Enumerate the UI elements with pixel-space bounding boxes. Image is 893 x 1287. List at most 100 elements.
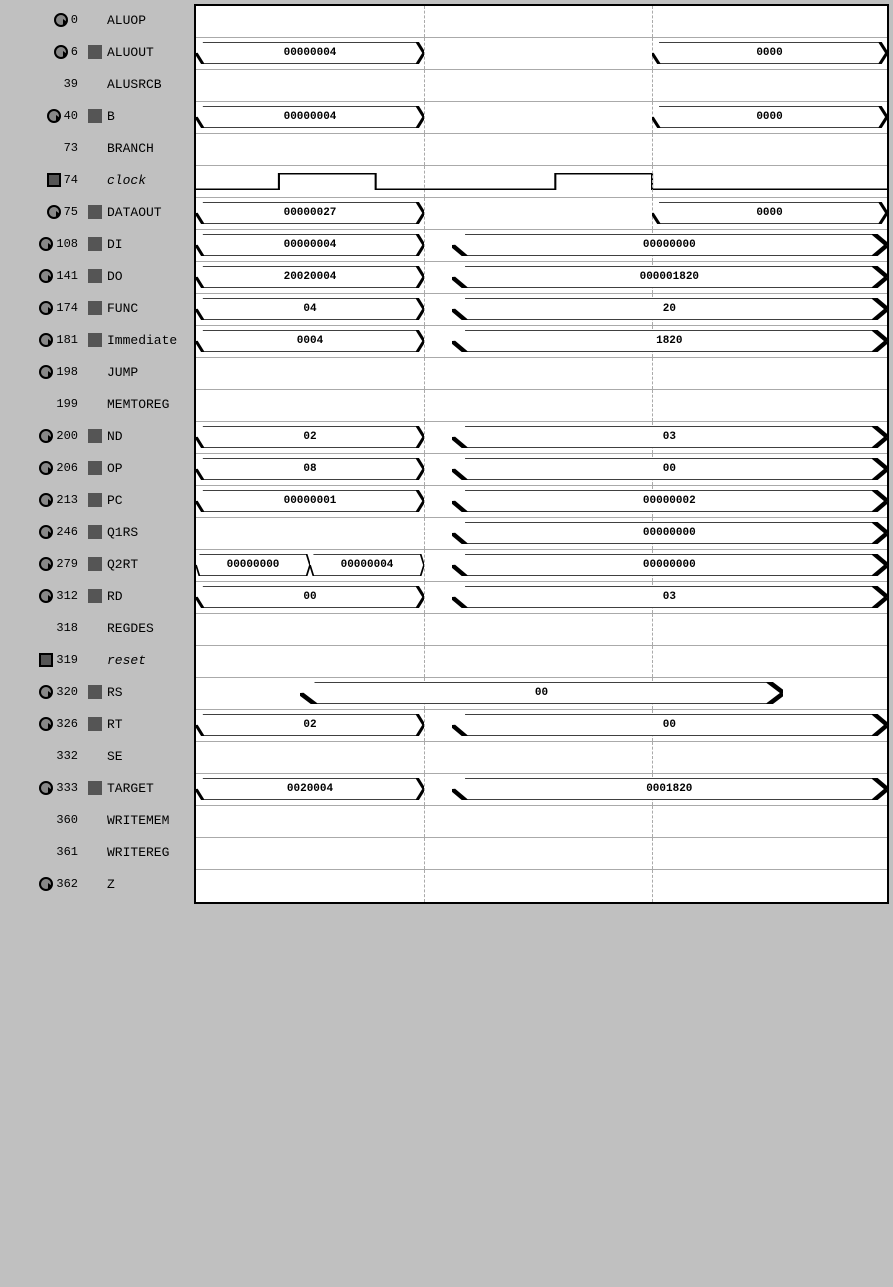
bus-label: 08: [303, 463, 316, 475]
signal-name: JUMP: [107, 365, 138, 380]
bus-label: 0000: [756, 111, 782, 123]
signal-name: Q1RS: [107, 525, 138, 540]
signal-cell: ALUSRCB: [84, 68, 194, 100]
wave-row: [196, 742, 887, 774]
signal-cell: OP: [84, 452, 194, 484]
time-value: 246: [56, 525, 78, 539]
signal-name: TARGET: [107, 781, 154, 796]
wave-row: 08 00: [196, 454, 887, 486]
wave-row: 0000000100000002: [196, 486, 887, 518]
circle-icon: [39, 237, 53, 251]
bus-segment: 00000027: [196, 202, 424, 224]
signal-cell: ALUOP: [84, 4, 194, 36]
circle-icon: [47, 205, 61, 219]
signal-name: ALUOP: [107, 13, 146, 28]
signal-name: DATAOUT: [107, 205, 162, 220]
time-value: 40: [64, 109, 78, 123]
time-value: 213: [56, 493, 78, 507]
circle-icon: [39, 301, 53, 315]
bus-label: 00000004: [341, 559, 394, 571]
bus-segment: 00000002: [452, 490, 887, 512]
wave-row: [196, 870, 887, 902]
time-value: 326: [56, 717, 78, 731]
main-container: 0 639 407374 75 108 141 174 181 198199 2…: [0, 0, 893, 908]
wave-row: [196, 806, 887, 838]
signal-icon: [88, 589, 102, 603]
bus-segment: 00000000: [452, 522, 887, 544]
bus-segment: 00000000: [196, 554, 310, 576]
bus-label: 0001820: [646, 783, 692, 795]
signal-cell: Immediate: [84, 324, 194, 356]
bus-label: 03: [663, 591, 676, 603]
signal-cell: TARGET: [84, 772, 194, 804]
bus-segment: 00000000: [452, 234, 887, 256]
signal-name: BRANCH: [107, 141, 154, 156]
circle-icon: [39, 461, 53, 475]
time-cell: 0: [4, 4, 84, 36]
signal-name: REGDES: [107, 621, 154, 636]
wave-row: 00041820: [196, 326, 887, 358]
wave-row: [196, 166, 887, 198]
bus-segment: 03: [452, 426, 887, 448]
signal-name: clock: [107, 173, 146, 188]
time-cell: 318: [4, 612, 84, 644]
time-value: 73: [64, 141, 78, 155]
signal-cell: WRITEREG: [84, 836, 194, 868]
signal-name: MEMTOREG: [107, 397, 169, 412]
circle-icon: [39, 333, 53, 347]
signal-name: WRITEREG: [107, 845, 169, 860]
signal-icon: [88, 429, 102, 443]
time-value: 319: [56, 653, 78, 667]
wave-row: [196, 646, 887, 678]
time-cell: 40: [4, 100, 84, 132]
signal-name: reset: [107, 653, 146, 668]
circle-icon: [39, 877, 53, 891]
time-value: 108: [56, 237, 78, 251]
circle-icon: [54, 13, 68, 27]
signal-name: WRITEMEM: [107, 813, 169, 828]
time-value: 206: [56, 461, 78, 475]
time-value: 279: [56, 557, 78, 571]
wave-row: 00200040001820: [196, 774, 887, 806]
signal-name: Z: [107, 877, 115, 892]
time-cell: 246: [4, 516, 84, 548]
time-cell: 75: [4, 196, 84, 228]
bus-label: 03: [663, 431, 676, 443]
waveform-area: 0000000400000000000400000000002700000000…: [194, 4, 889, 904]
circle-icon: [39, 525, 53, 539]
signal-cell: MEMTOREG: [84, 388, 194, 420]
bus-label: 00000000: [643, 527, 696, 539]
time-cell: 74: [4, 164, 84, 196]
signal-cell: RD: [84, 580, 194, 612]
bus-label: 0004: [297, 335, 323, 347]
bus-segment: 00: [452, 714, 887, 736]
wave-row: 000000040000: [196, 38, 887, 70]
time-cell: 279: [4, 548, 84, 580]
circle-icon: [54, 45, 68, 59]
signal-cell: Z: [84, 868, 194, 900]
time-cell: 362: [4, 868, 84, 900]
wave-row: 00000004 00000000: [196, 230, 887, 262]
bus-label: 00000004: [284, 239, 337, 251]
wave-row: [196, 6, 887, 38]
bus-segment: 0004: [196, 330, 424, 352]
signal-cell: DO: [84, 260, 194, 292]
signal-icon: [88, 45, 102, 59]
time-value: 181: [56, 333, 78, 347]
bus-label: 0000: [756, 47, 782, 59]
wave-row: 0203: [196, 422, 887, 454]
time-cell: 198: [4, 356, 84, 388]
signal-cell: ALUOUT: [84, 36, 194, 68]
bus-label: 02: [303, 719, 316, 731]
signal-name: RS: [107, 685, 123, 700]
time-cell: 333: [4, 772, 84, 804]
time-cell: 174: [4, 292, 84, 324]
wave-row: 00: [196, 678, 887, 710]
signal-name: OP: [107, 461, 123, 476]
bus-label: 00000000: [643, 239, 696, 251]
bus-label: 00: [663, 463, 676, 475]
signal-cell: SE: [84, 740, 194, 772]
square-icon: [47, 173, 61, 187]
circle-icon: [47, 109, 61, 123]
bus-label: 00: [663, 719, 676, 731]
